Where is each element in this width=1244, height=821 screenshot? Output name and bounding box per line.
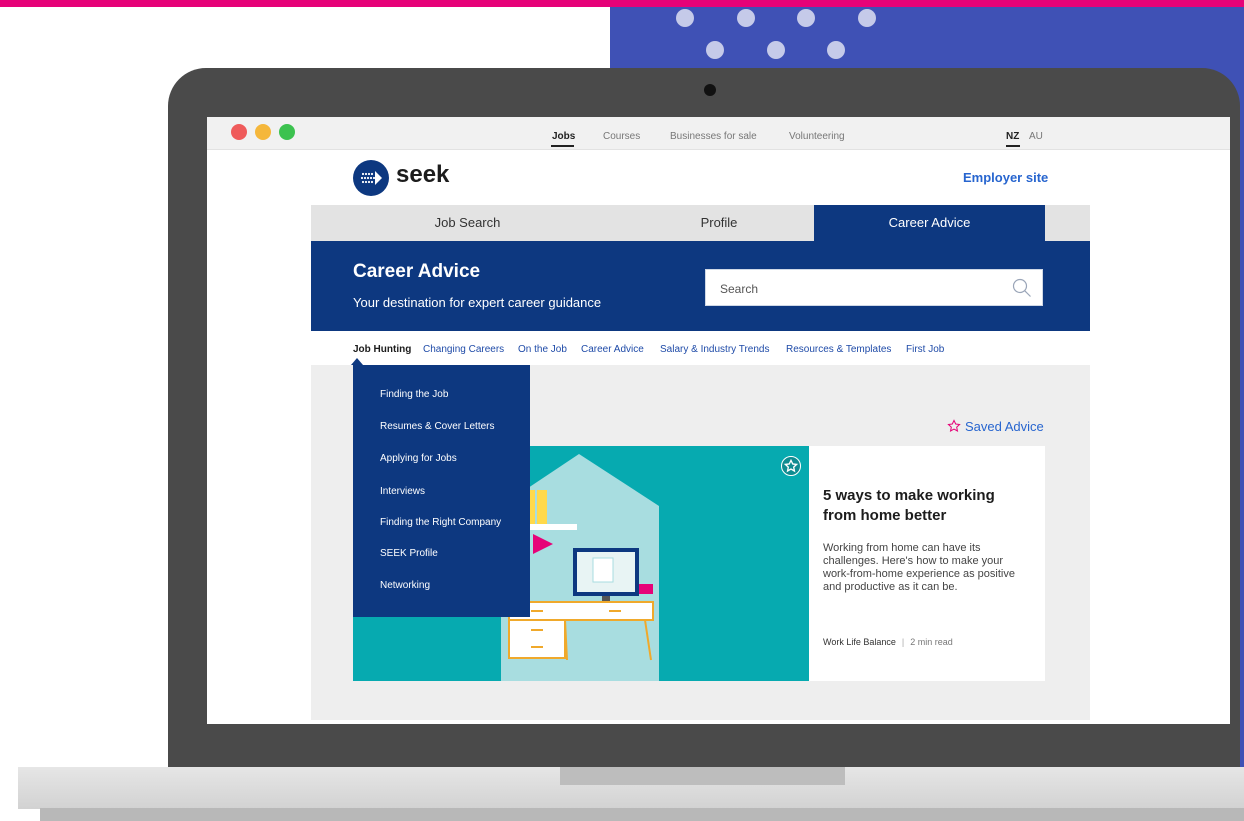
topnav-volunteering[interactable]: Volunteering	[789, 131, 845, 142]
region-active-underline	[1006, 145, 1020, 147]
page-subtitle: Your destination for expert career guida…	[353, 295, 602, 310]
webcam	[704, 84, 716, 96]
menu-item-seek-profile[interactable]: SEEK Profile	[380, 548, 438, 559]
search-input[interactable]	[718, 278, 1002, 300]
subnav-first-job[interactable]: First Job	[906, 344, 944, 355]
menu-item-applying-for-jobs[interactable]: Applying for Jobs	[380, 453, 457, 464]
subnav-salary-industry-trends[interactable]: Salary & Industry Trends	[660, 344, 770, 355]
decor-dot	[676, 9, 694, 27]
subnav-changing-careers[interactable]: Changing Careers	[423, 344, 504, 355]
article-read-time: 2 min read	[910, 637, 953, 647]
browser-window: Jobs Courses Businesses for sale Volunte…	[207, 117, 1230, 724]
decor-dot	[858, 9, 876, 27]
article-meta: Work Life Balance | 2 min read	[823, 637, 953, 647]
menu-item-networking[interactable]: Networking	[380, 580, 430, 591]
article-title[interactable]: 5 ways to make working from home better	[823, 486, 1023, 526]
career-advice-banner: Career Advice Your destination for exper…	[311, 241, 1090, 331]
subnav-resources-templates[interactable]: Resources & Templates	[786, 344, 891, 355]
laptop-base-edge	[40, 808, 1244, 821]
search-icon[interactable]	[1012, 278, 1032, 298]
laptop-hinge-notch	[560, 767, 845, 785]
employer-site-link[interactable]: Employer site	[963, 170, 1048, 185]
tab-profile[interactable]: Profile	[624, 205, 814, 241]
main-tabs: Job Search Profile Career Advice	[311, 205, 1090, 241]
favourite-star-icon[interactable]	[781, 456, 801, 476]
decor-dot	[827, 41, 845, 59]
decor-dot	[767, 41, 785, 59]
decor-dot	[737, 9, 755, 27]
seek-logo-icon[interactable]	[353, 160, 389, 196]
topnav-courses[interactable]: Courses	[603, 131, 640, 142]
page-title: Career Advice	[353, 261, 481, 282]
menu-item-resumes-cover-letters[interactable]: Resumes & Cover Letters	[380, 421, 495, 432]
star-outline-icon	[947, 419, 961, 433]
topnav-jobs[interactable]: Jobs	[552, 131, 575, 142]
maximize-window-button[interactable]	[279, 124, 295, 140]
top-accent-bar	[0, 0, 1244, 7]
search-box	[705, 269, 1043, 306]
dropdown-pointer	[351, 358, 363, 365]
article-description: Working from home can have its challenge…	[823, 542, 1015, 593]
subnav-on-the-job[interactable]: On the Job	[518, 344, 567, 355]
tab-job-search[interactable]: Job Search	[311, 205, 624, 241]
article-category[interactable]: Work Life Balance	[823, 637, 896, 647]
topnav-active-underline	[551, 145, 574, 147]
region-nz[interactable]: NZ	[1006, 131, 1019, 142]
subnav-career-advice[interactable]: Career Advice	[581, 344, 644, 355]
tab-career-advice[interactable]: Career Advice	[814, 205, 1045, 241]
topnav-businesses-for-sale[interactable]: Businesses for sale	[670, 131, 757, 142]
menu-item-interviews[interactable]: Interviews	[380, 486, 425, 497]
close-window-button[interactable]	[231, 124, 247, 140]
saved-advice-link[interactable]: Saved Advice	[947, 419, 1044, 434]
decor-dot	[706, 41, 724, 59]
menu-item-finding-the-right-company[interactable]: Finding the Right Company	[380, 517, 501, 528]
subnav-job-hunting[interactable]: Job Hunting	[353, 344, 411, 355]
job-hunting-dropdown-menu: Finding the Job Resumes & Cover Letters …	[353, 365, 530, 617]
minimize-window-button[interactable]	[255, 124, 271, 140]
saved-advice-label: Saved Advice	[965, 419, 1044, 434]
menu-item-finding-the-job[interactable]: Finding the Job	[380, 389, 448, 400]
article-card[interactable]: 5 ways to make working from home better …	[809, 446, 1045, 681]
region-au[interactable]: AU	[1029, 131, 1043, 142]
meta-separator: |	[901, 637, 905, 647]
seek-logo-text[interactable]: seek	[396, 161, 449, 189]
decor-dot	[797, 9, 815, 27]
browser-chrome: Jobs Courses Businesses for sale Volunte…	[207, 117, 1230, 150]
